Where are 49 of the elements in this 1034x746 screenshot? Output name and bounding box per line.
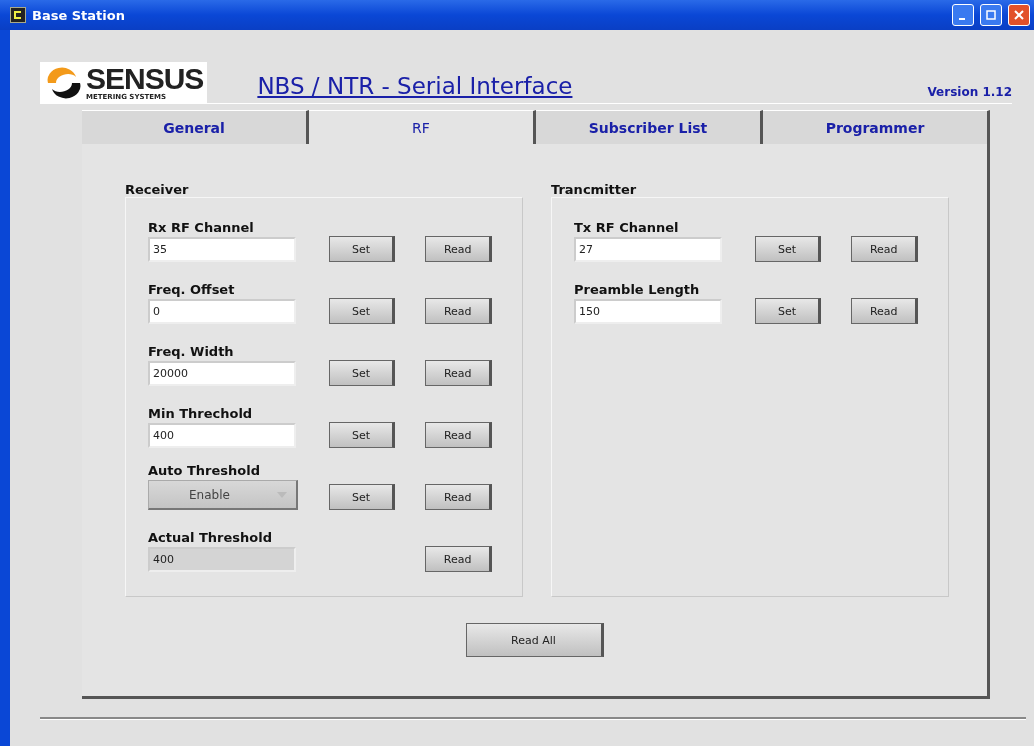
dropdown[interactable]: Enable xyxy=(148,480,298,510)
field-label: Auto Threshold xyxy=(148,463,262,478)
read-button[interactable]: Read xyxy=(425,360,492,386)
group-title: Receiver xyxy=(125,182,190,197)
read-button[interactable]: Read xyxy=(425,484,492,510)
set-button[interactable]: Set xyxy=(328,422,396,448)
app-icon xyxy=(10,7,26,23)
input-field[interactable]: 20000 xyxy=(148,361,296,386)
field-label: Freq. Offset xyxy=(148,282,236,297)
field-label: Preamble Length xyxy=(574,282,701,297)
read-button[interactable]: Read xyxy=(425,422,492,448)
set-button[interactable]: Set xyxy=(328,360,396,386)
minimize-button[interactable] xyxy=(952,4,974,26)
set-button[interactable]: Set xyxy=(754,236,822,262)
set-button[interactable]: Set xyxy=(328,484,396,510)
input-field[interactable]: 400 xyxy=(148,423,296,448)
read-button[interactable]: Read xyxy=(425,298,492,324)
input-field[interactable]: 0 xyxy=(148,299,296,324)
read-button[interactable]: Read xyxy=(425,546,492,572)
version-label: Version 1.12 xyxy=(927,85,1012,101)
window-title: Base Station xyxy=(32,7,125,23)
input-field[interactable]: 27 xyxy=(574,237,722,262)
caret-icon xyxy=(276,489,288,500)
read-all-button[interactable]: Read All xyxy=(465,623,604,657)
tab[interactable]: RF xyxy=(309,110,536,144)
input-field[interactable]: 35 xyxy=(148,237,296,262)
close-icon xyxy=(1014,10,1024,20)
close-button[interactable] xyxy=(1008,4,1030,26)
tab[interactable]: Subscriber List xyxy=(536,110,763,144)
field-label: Actual Threshold xyxy=(148,530,274,545)
tab[interactable]: General xyxy=(82,110,309,144)
field-label: Rx RF Channel xyxy=(148,220,255,235)
field-label: Min Threchold xyxy=(148,406,254,421)
group-title: Trancmitter xyxy=(551,182,638,197)
set-button[interactable]: Set xyxy=(328,236,396,262)
read-button[interactable]: Read xyxy=(851,298,918,324)
app-title: NBS / NTR - Serial Interface xyxy=(257,73,573,101)
input-field[interactable]: 150 xyxy=(574,299,722,324)
tab[interactable]: Programmer xyxy=(763,110,990,144)
read-button[interactable]: Read xyxy=(425,236,492,262)
maximize-icon xyxy=(986,10,996,20)
set-button[interactable]: Set xyxy=(754,298,822,324)
value-display: 400 xyxy=(148,547,296,572)
maximize-button[interactable] xyxy=(980,4,1002,26)
field-label: Freq. Width xyxy=(148,344,235,359)
set-button[interactable]: Set xyxy=(328,298,396,324)
field-label: Tx RF Channel xyxy=(574,220,680,235)
minimize-icon xyxy=(958,18,965,20)
read-button[interactable]: Read xyxy=(851,236,918,262)
